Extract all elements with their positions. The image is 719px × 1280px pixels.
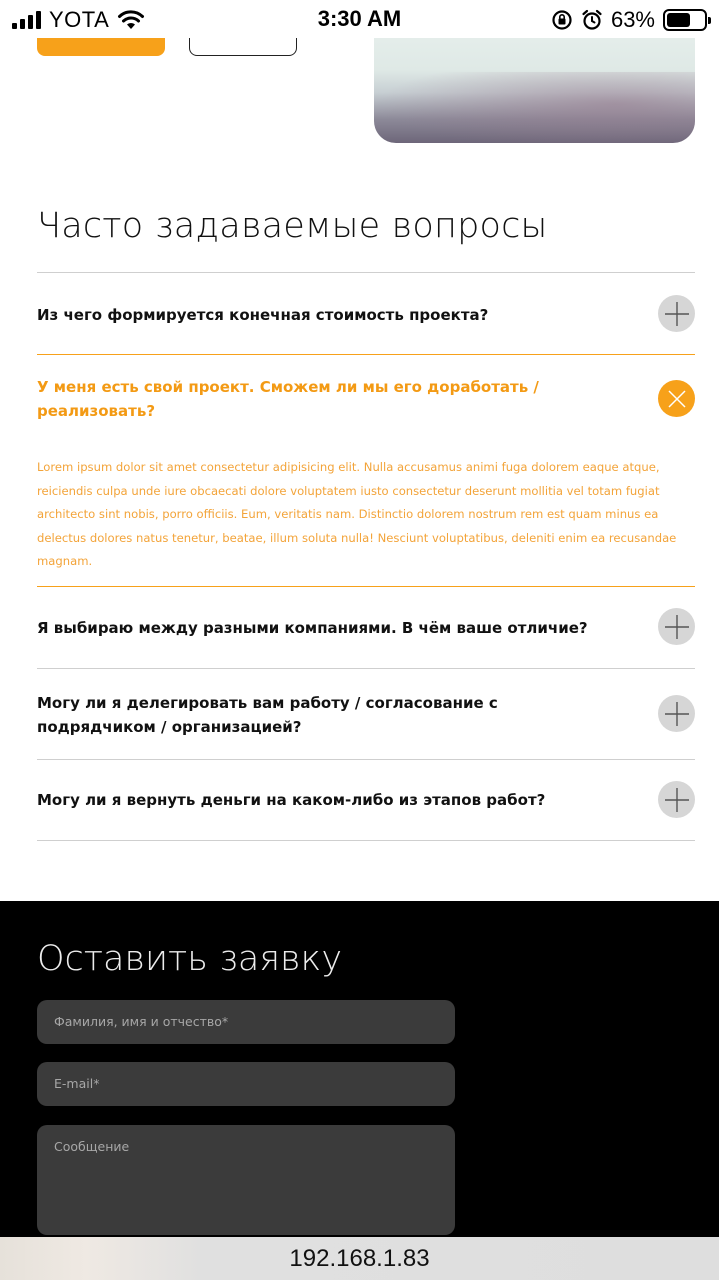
faq-item[interactable]: Могу ли я вернуть деньги на каком-либо и…	[37, 759, 695, 841]
faq-list: Из чего формируется конечная стоимость п…	[37, 272, 695, 841]
faq-toggle-button[interactable]	[658, 380, 695, 417]
plus-icon	[664, 701, 689, 726]
address-url[interactable]: 192.168.1.83	[289, 1245, 429, 1273]
wifi-icon	[118, 10, 145, 29]
email-field[interactable]: E-mail*	[37, 1062, 455, 1106]
status-bar-left: YOTA	[12, 7, 145, 33]
faq-title: Часто задаваемые вопросы	[37, 206, 548, 246]
email-placeholder: E-mail*	[54, 1076, 100, 1091]
full-name-placeholder: Фамилия, имя и отчество*	[54, 1014, 229, 1029]
address-bar[interactable]: 192.168.1.83	[0, 1237, 719, 1280]
faq-item-open[interactable]: У меня есть свой проект. Сможем ли мы ег…	[37, 354, 695, 587]
alarm-icon	[582, 9, 602, 30]
faq-toggle-button[interactable]	[658, 295, 695, 332]
close-icon	[667, 389, 686, 408]
signal-strength-icon	[12, 11, 41, 29]
faq-item[interactable]: Я выбираю между разными компаниями. В чё…	[37, 587, 695, 668]
battery-percent: 63%	[610, 7, 655, 32]
status-bar: YOTA 3:30 AM 63%	[0, 0, 719, 38]
faq-question[interactable]: Из чего формируется конечная стоимость п…	[37, 303, 578, 327]
faq-question[interactable]: Я выбираю между разными компаниями. В чё…	[37, 616, 678, 640]
full-name-field[interactable]: Фамилия, имя и отчество*	[37, 1000, 455, 1044]
faq-item[interactable]: Могу ли я делегировать вам работу / согл…	[37, 668, 695, 759]
plus-icon	[664, 614, 689, 639]
orientation-lock-icon	[552, 10, 572, 30]
faq-question[interactable]: Могу ли я вернуть деньги на каком-либо и…	[37, 788, 635, 812]
faq-question[interactable]: Могу ли я делегировать вам работу / согл…	[37, 691, 612, 739]
faq-toggle-button[interactable]	[658, 695, 695, 732]
plus-icon	[664, 787, 689, 812]
faq-toggle-button[interactable]	[658, 781, 695, 818]
faq-item[interactable]: Из чего формируется конечная стоимость п…	[37, 272, 695, 354]
request-form-section: Оставить заявку Фамилия, имя и отчество*…	[0, 901, 719, 1280]
faq-question[interactable]: У меня есть свой проект. Сможем ли мы ег…	[37, 375, 557, 423]
faq-toggle-button[interactable]	[658, 608, 695, 645]
battery-icon	[663, 9, 711, 31]
message-placeholder: Сообщение	[54, 1139, 130, 1154]
form-title: Оставить заявку	[37, 939, 343, 979]
plus-icon	[664, 301, 689, 326]
status-bar-right: 63%	[551, 7, 711, 33]
faq-answer: Lorem ipsum dolor sit amet consectetur a…	[37, 460, 677, 568]
carrier-name: YOTA	[49, 7, 110, 32]
message-field[interactable]: Сообщение	[37, 1125, 455, 1235]
